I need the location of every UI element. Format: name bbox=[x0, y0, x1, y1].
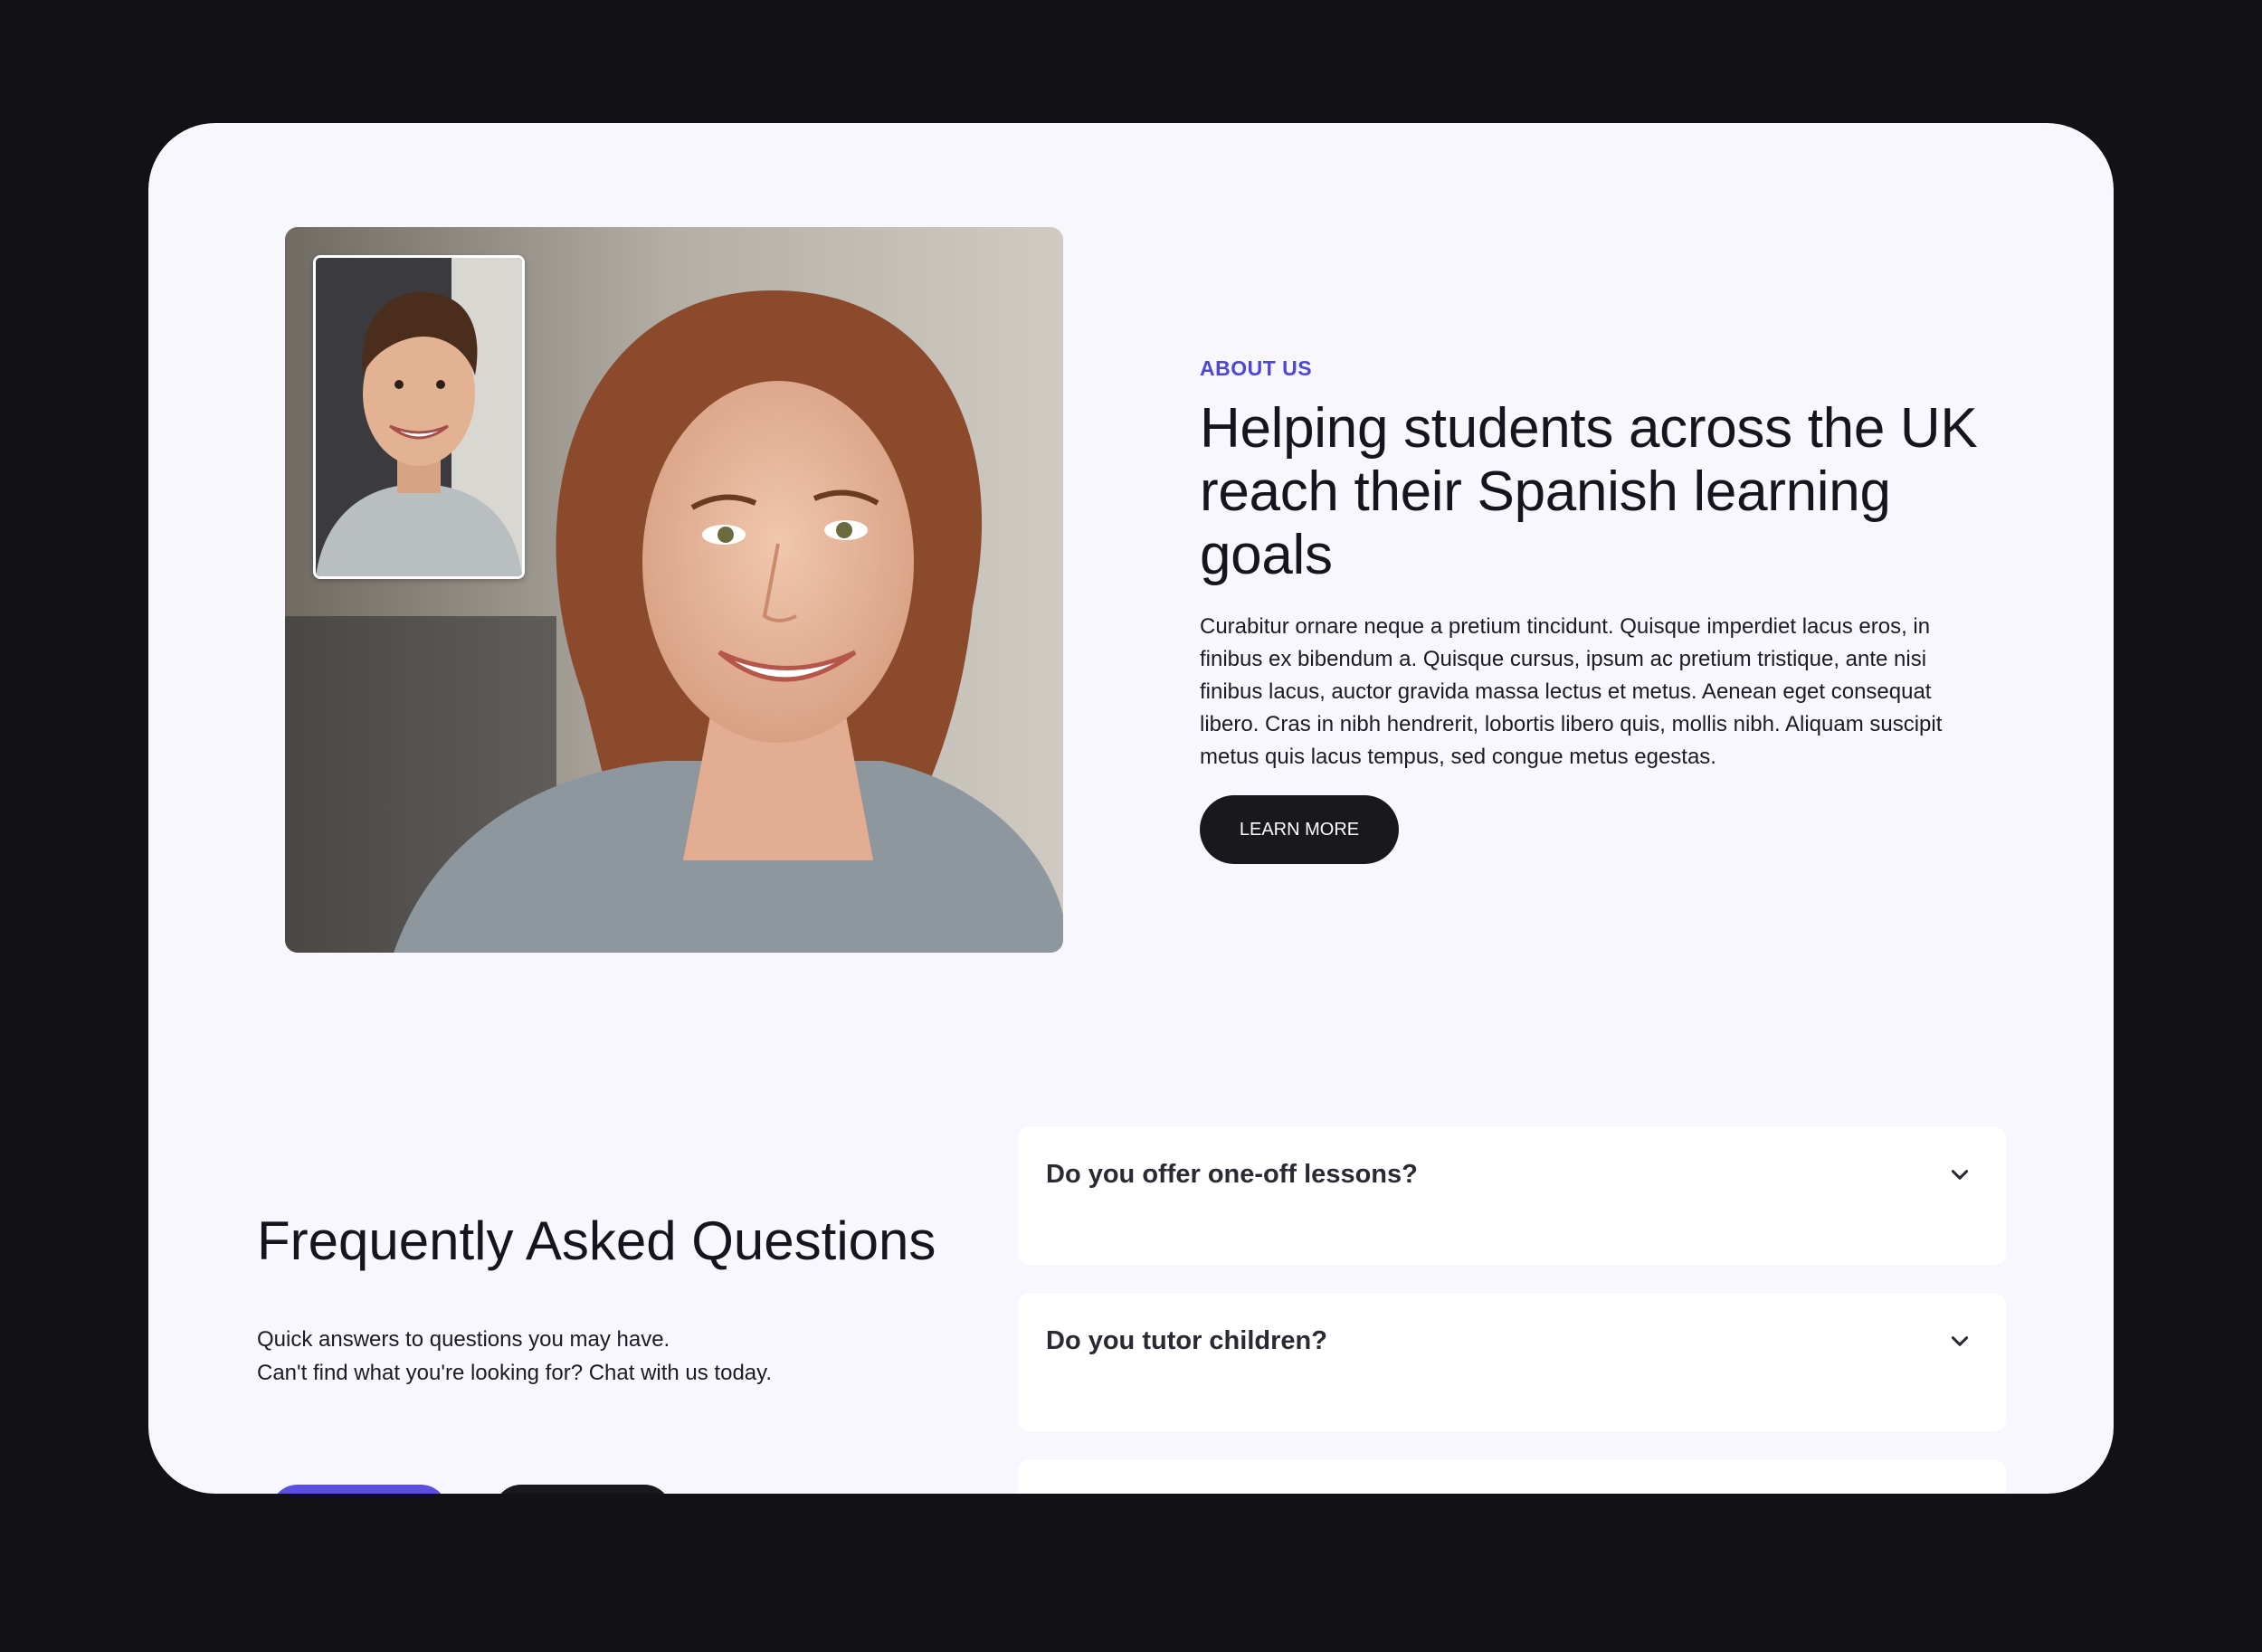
faq-secondary-button[interactable] bbox=[494, 1485, 671, 1494]
faq-question: Do you offer one-off lessons? bbox=[1046, 1160, 1418, 1189]
chevron-down-icon[interactable] bbox=[1948, 1330, 1972, 1353]
about-title: Helping students across the UK reach the… bbox=[1200, 397, 1978, 586]
faq-intro: Frequently Asked Questions Quick answers… bbox=[257, 1209, 945, 1390]
about-section: ABOUT US Helping students across the UK … bbox=[1200, 356, 1996, 864]
tutor-video-call-image bbox=[285, 227, 1063, 953]
faq-item[interactable]: Do you tutor children? bbox=[1018, 1294, 2006, 1431]
student-portrait bbox=[316, 258, 522, 576]
faq-item[interactable] bbox=[1018, 1460, 2006, 1494]
faq-subtitle: Quick answers to questions you may have.… bbox=[257, 1323, 945, 1390]
faq-primary-button[interactable] bbox=[271, 1485, 448, 1494]
chevron-down-icon[interactable] bbox=[1948, 1163, 1972, 1187]
faq-accordion: Do you offer one-off lessons? Do you tut… bbox=[1018, 1127, 2006, 1494]
about-body: Curabitur ornare neque a pretium tincidu… bbox=[1200, 614, 1943, 769]
faq-question: Do you tutor children? bbox=[1046, 1326, 1327, 1355]
page-card: ABOUT US Helping students across the UK … bbox=[148, 123, 2114, 1494]
about-eyebrow: ABOUT US bbox=[1200, 356, 1313, 380]
faq-subtitle-line-2: Can't find what you're looking for? Chat… bbox=[257, 1361, 773, 1385]
student-video-thumbnail bbox=[313, 255, 525, 579]
learn-more-button[interactable]: LEARN MORE bbox=[1200, 795, 1399, 864]
faq-item[interactable]: Do you offer one-off lessons? bbox=[1018, 1127, 2006, 1265]
faq-title: Frequently Asked Questions bbox=[257, 1211, 936, 1271]
faq-subtitle-line-1: Quick answers to questions you may have. bbox=[257, 1327, 670, 1352]
